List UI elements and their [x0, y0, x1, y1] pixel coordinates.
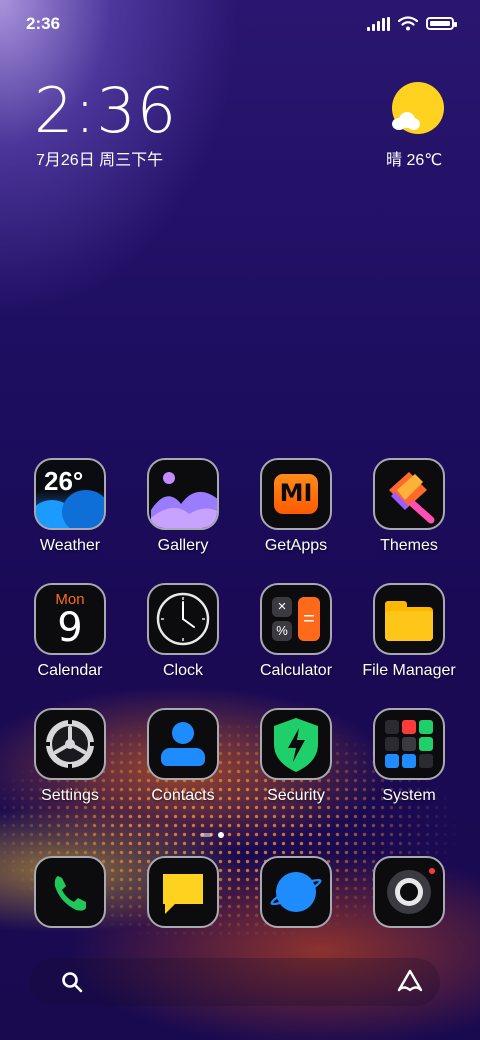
cloud-icon: [392, 112, 420, 130]
app-label: GetApps: [264, 537, 328, 554]
camera-icon: [373, 856, 445, 928]
app-clock[interactable]: Clock: [128, 583, 238, 680]
calendar-icon: Mon 9: [34, 583, 106, 655]
calculator-icon: × % =: [260, 583, 332, 655]
themes-icon: [373, 458, 445, 530]
cellular-signal-icon: [367, 16, 390, 31]
page-indicator: [200, 832, 224, 838]
app-calculator[interactable]: × % = Calculator: [241, 583, 351, 680]
app-security[interactable]: Security: [241, 708, 351, 805]
app-themes[interactable]: Themes: [354, 458, 464, 555]
calendar-date: 9: [57, 605, 83, 651]
app-settings[interactable]: Settings: [15, 708, 125, 805]
app-label: Gallery: [157, 537, 209, 554]
phone-icon: [34, 856, 106, 928]
dock-camera[interactable]: [354, 856, 464, 928]
widget-date: 7月26日 周三下午: [36, 152, 164, 169]
status-bar: 2:36: [26, 14, 457, 38]
app-contacts[interactable]: Contacts: [128, 708, 238, 805]
app-label: System: [382, 787, 436, 804]
status-time: 2:36: [26, 14, 61, 33]
search-icon[interactable]: [60, 970, 84, 994]
app-label: Calendar: [37, 662, 103, 679]
dock-phone[interactable]: [15, 856, 125, 928]
app-label: Security: [267, 787, 325, 804]
app-weather[interactable]: 26° Weather: [15, 458, 125, 555]
page-indicator-minus-one[interactable]: [200, 833, 212, 837]
messages-icon: [147, 856, 219, 928]
app-label: Weather: [39, 537, 101, 554]
wifi-icon: [398, 16, 418, 31]
app-label: Clock: [162, 662, 203, 679]
app-getapps[interactable]: MI GetApps: [241, 458, 351, 555]
mi-logo-text: MI: [279, 479, 313, 507]
contacts-icon: [147, 708, 219, 780]
shield-icon: [260, 708, 332, 780]
app-file-manager[interactable]: File Manager: [354, 583, 464, 680]
app-label: Contacts: [151, 787, 215, 804]
getapps-icon: MI: [260, 458, 332, 530]
app-gallery[interactable]: Gallery: [128, 458, 238, 555]
assistant-icon[interactable]: [396, 968, 424, 994]
dock-browser[interactable]: [241, 856, 351, 928]
app-calendar[interactable]: Mon 9 Calendar: [15, 583, 125, 680]
page-indicator-current[interactable]: [218, 832, 224, 838]
app-label: Calculator: [259, 662, 333, 679]
widget-clock[interactable]: 2:36: [34, 74, 177, 147]
gear-icon: [34, 708, 106, 780]
app-label: File Manager: [362, 662, 456, 679]
app-label: Themes: [380, 537, 438, 554]
folder-icon: [373, 583, 445, 655]
clock-icon: [147, 583, 219, 655]
search-bar[interactable]: [30, 958, 440, 1006]
gallery-icon: [147, 458, 219, 530]
battery-icon: [426, 17, 457, 30]
app-label: Settings: [41, 787, 99, 804]
system-folder-icon: [373, 708, 445, 780]
status-icons: [367, 16, 457, 31]
weather-icon: 26°: [34, 458, 106, 530]
browser-icon: [260, 856, 332, 928]
widget-weather: 晴 26℃: [386, 152, 443, 169]
app-system-folder[interactable]: System: [354, 708, 464, 805]
dock-messages[interactable]: [128, 856, 238, 928]
